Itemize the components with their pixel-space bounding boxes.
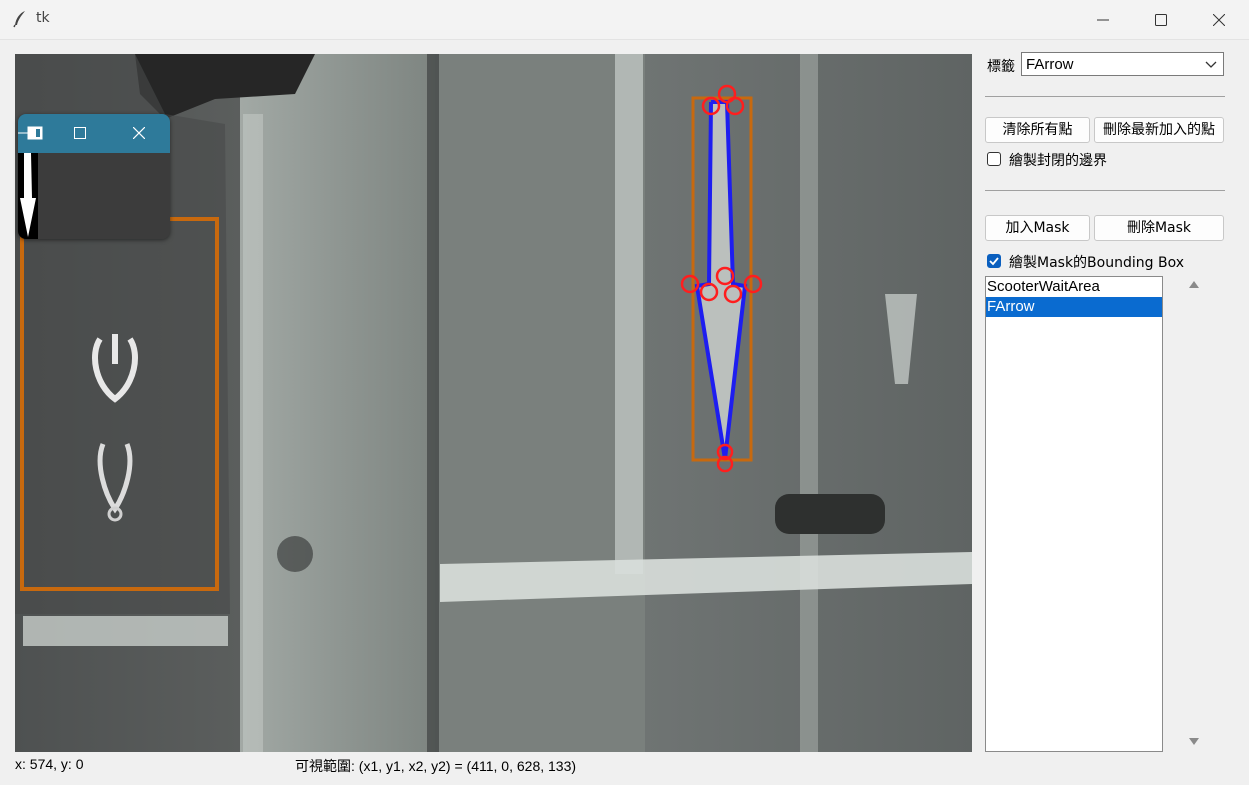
bounding-box-checkbox[interactable] [987,254,1001,268]
maximize-button[interactable] [1132,0,1190,39]
close-button[interactable] [1190,0,1248,39]
scroll-up-icon[interactable] [1189,280,1199,288]
delete-last-point-button[interactable]: 刪除最新加入的點 [1094,117,1224,143]
maximize-icon [1155,13,1167,26]
preview-close-icon[interactable] [133,127,145,139]
tag-combobox-value: FArrow [1026,56,1074,73]
separator [985,190,1225,191]
feather-icon [13,11,25,28]
list-item-selected[interactable]: FArrow [986,297,1162,317]
separator [985,96,1225,97]
minimize-button[interactable] [1074,0,1132,39]
window-title: tk [36,10,50,26]
delete-mask-button[interactable]: 刪除Mask [1094,215,1224,241]
preview-app-icon [18,126,43,140]
arrow-mask-thumbnail [18,153,38,239]
list-item[interactable]: ScooterWaitArea [986,277,1162,297]
viewport-range: 可視範圍: (x1, y1, x2, y2) = (411, 0, 628, 1… [295,758,577,774]
cursor-position: x: 574, y: 0 [15,756,84,772]
listbox-scrollbar[interactable] [1185,276,1202,752]
preview-mask-image [18,153,170,239]
add-mask-button[interactable]: 加入Mask [985,215,1090,241]
preview-title-bar[interactable] [18,114,170,153]
clear-all-points-button[interactable]: 清除所有點 [985,117,1090,143]
closed-border-label: 繪製封閉的邊界 [1009,153,1107,169]
close-icon [1213,13,1225,26]
checkmark-icon [989,257,999,266]
chevron-down-icon [1205,61,1217,68]
closed-border-checkbox[interactable] [987,152,1001,166]
bounding-box-label: 繪製Mask的Bounding Box [1009,255,1184,271]
minimize-icon [1097,19,1109,20]
scroll-down-icon[interactable] [1189,738,1199,746]
preview-maximize-icon[interactable] [74,127,86,139]
tag-label: 標籤 [987,59,1015,75]
mask-listbox[interactable]: ScooterWaitArea FArrow [985,276,1163,752]
tag-combobox[interactable]: FArrow [1021,52,1224,76]
preview-window[interactable] [18,114,170,239]
title-bar: tk [0,0,1249,40]
